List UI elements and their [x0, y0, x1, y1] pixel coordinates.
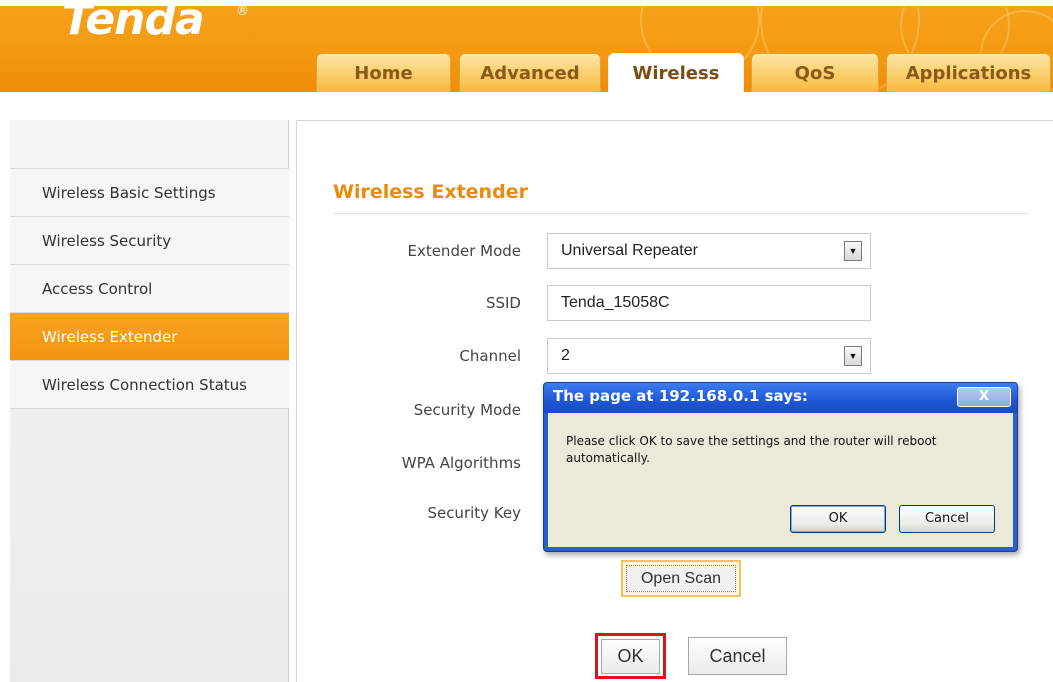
tab-applications[interactable]: Applications [886, 53, 1051, 92]
channel-value: 2 [561, 347, 570, 364]
alert-dialog: The page at 192.168.0.1 says: X Please c… [543, 382, 1018, 552]
sidebar: Wireless Basic Settings Wireless Securit… [10, 120, 289, 682]
dialog-title: The page at 192.168.0.1 says: [553, 387, 808, 405]
top-edge [0, 0, 1053, 6]
tab-home[interactable]: Home [316, 53, 451, 92]
extender-mode-value: Universal Repeater [561, 242, 698, 259]
sidebar-item-access-control[interactable]: Access Control [10, 264, 289, 312]
ok-button[interactable]: OK [601, 639, 660, 674]
title-divider [333, 213, 1029, 214]
channel-select[interactable]: 2 ▼ [547, 338, 871, 374]
ssid-value: Tenda_15058C [561, 294, 670, 311]
open-scan-button[interactable]: Open Scan [621, 560, 741, 597]
open-scan-label: Open Scan [640, 570, 722, 587]
extender-mode-label: Extender Mode [407, 242, 521, 260]
tab-qos[interactable]: QoS [751, 53, 879, 92]
sidebar-divider [10, 408, 289, 409]
extender-mode-select[interactable]: Universal Repeater ▼ [547, 233, 871, 269]
ssid-label: SSID [485, 294, 521, 312]
chevron-down-icon[interactable]: ▼ [844, 346, 862, 366]
security-mode-label: Security Mode [413, 401, 521, 419]
wpa-algorithms-label: WPA Algorithms [401, 454, 521, 472]
dialog-message: Please click OK to save the settings and… [566, 434, 937, 465]
channel-label: Channel [459, 347, 521, 365]
dialog-body: Please click OK to save the settings and… [548, 413, 1013, 547]
tab-advanced[interactable]: Advanced [459, 53, 601, 92]
ssid-input[interactable]: Tenda_15058C [547, 285, 871, 321]
dialog-cancel-button[interactable]: Cancel [899, 505, 995, 533]
page-title: Wireless Extender [333, 181, 528, 203]
dialog-ok-button[interactable]: OK [790, 505, 886, 533]
sidebar-item-wireless-connection-status[interactable]: Wireless Connection Status [10, 360, 289, 408]
dialog-titlebar[interactable]: The page at 192.168.0.1 says: X [544, 383, 1017, 413]
close-icon[interactable]: X [957, 387, 1011, 407]
sidebar-item-wireless-basic-settings[interactable]: Wireless Basic Settings [10, 168, 289, 216]
tab-wireless[interactable]: Wireless [608, 53, 744, 92]
cancel-button[interactable]: Cancel [688, 637, 787, 675]
header-bar: Tenda ® Home Advanced Wireless QoS Appli… [0, 0, 1053, 92]
sidebar-item-wireless-security[interactable]: Wireless Security [10, 216, 289, 264]
registered-mark: ® [236, 4, 249, 19]
chevron-down-icon[interactable]: ▼ [844, 241, 862, 261]
sidebar-item-wireless-extender[interactable]: Wireless Extender [10, 312, 289, 360]
tenda-logo: Tenda [62, 0, 205, 45]
security-key-label: Security Key [427, 504, 521, 522]
